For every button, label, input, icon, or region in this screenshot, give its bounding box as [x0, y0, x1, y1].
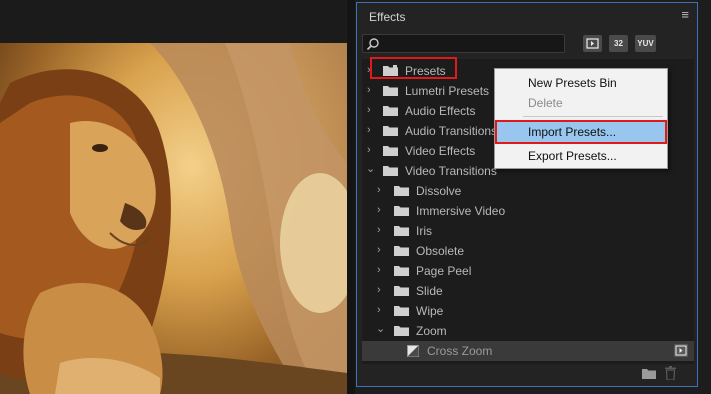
menu-item-delete[interactable]: Delete — [495, 93, 667, 113]
program-monitor — [0, 0, 347, 394]
tree-item-label: Cross Zoom — [427, 344, 493, 358]
search-icon — [366, 38, 379, 51]
tree-item-page-peel[interactable]: › Page Peel — [362, 261, 694, 281]
folder-icon — [394, 286, 409, 296]
folder-icon — [394, 246, 409, 256]
folder-icon — [394, 186, 409, 196]
menu-separator — [523, 116, 663, 117]
video-frame-lion — [0, 43, 347, 394]
tree-item-iris[interactable]: › Iris — [362, 221, 694, 241]
tree-item-immersive-video[interactable]: › Immersive Video — [362, 201, 694, 221]
chevron-right-icon[interactable]: › — [377, 204, 387, 216]
tree-item-label: Iris — [416, 224, 432, 238]
accelerated-effects-icon — [674, 344, 688, 357]
menu-item-label: New Presets Bin — [528, 76, 617, 90]
yuv-effects-icon[interactable]: YUV — [635, 35, 656, 52]
tree-item-label: Video Transitions — [405, 164, 497, 178]
folder-icon — [394, 206, 409, 216]
accelerated-effects-icon[interactable] — [583, 35, 602, 52]
transition-icon — [407, 345, 419, 357]
tree-item-dissolve[interactable]: › Dissolve — [362, 181, 694, 201]
context-menu: New Presets Bin Delete Import Presets...… — [494, 68, 668, 169]
highlight-box-presets — [370, 57, 457, 79]
chevron-down-icon[interactable]: ⌄ — [366, 163, 376, 175]
chevron-right-icon[interactable]: › — [367, 84, 377, 96]
search-row: 32 YUV — [362, 34, 690, 55]
folder-icon — [383, 166, 398, 176]
search-input[interactable] — [383, 36, 561, 51]
tree-item-label: Dissolve — [416, 184, 462, 198]
32-bit-effects-icon[interactable]: 32 — [609, 35, 628, 52]
chevron-right-icon[interactable]: › — [367, 104, 377, 116]
tree-item-label: Obsolete — [416, 244, 465, 258]
chevron-right-icon[interactable]: › — [367, 124, 377, 136]
folder-icon — [394, 266, 409, 276]
tree-item-label: Page Peel — [416, 264, 472, 278]
trash-icon[interactable] — [665, 366, 676, 380]
panel-title[interactable]: Effects — [369, 10, 405, 24]
menu-item-label: Delete — [528, 96, 563, 110]
tree-item-label: Wipe — [416, 304, 444, 318]
panel-header: Effects ≡ — [357, 3, 697, 29]
search-box[interactable] — [362, 34, 565, 53]
chevron-right-icon[interactable]: › — [377, 284, 387, 296]
menu-item-export-presets[interactable]: Export Presets... — [495, 146, 667, 166]
menu-item-new-presets-bin[interactable]: New Presets Bin — [495, 73, 667, 93]
chevron-down-icon[interactable]: ⌄ — [376, 323, 386, 335]
folder-icon — [383, 146, 398, 156]
chevron-right-icon[interactable]: › — [377, 184, 387, 196]
tree-item-wipe[interactable]: › Wipe — [362, 301, 694, 321]
chevron-right-icon[interactable]: › — [377, 304, 387, 316]
tree-item-label: Zoom — [416, 324, 447, 338]
new-bin-icon[interactable] — [642, 368, 656, 379]
tree-item-cross-zoom[interactable]: Cross Zoom — [362, 341, 694, 361]
tree-item-zoom[interactable]: ⌄ Zoom — [362, 321, 694, 341]
tree-item-label: Immersive Video — [416, 204, 506, 218]
highlight-box-import-presets — [495, 120, 667, 144]
tree-item-label: Slide — [416, 284, 443, 298]
tree-item-slide[interactable]: › Slide — [362, 281, 694, 301]
chevron-right-icon[interactable]: › — [377, 264, 387, 276]
folder-icon — [383, 86, 398, 96]
tree-item-label: Audio Effects — [405, 104, 476, 118]
hamburger-icon[interactable]: ≡ — [681, 8, 689, 21]
tree-item-label: Audio Transitions — [405, 124, 498, 138]
folder-icon — [394, 226, 409, 236]
chevron-right-icon[interactable]: › — [377, 244, 387, 256]
folder-icon — [394, 306, 409, 316]
tree-item-obsolete[interactable]: › Obsolete — [362, 241, 694, 261]
folder-icon — [383, 106, 398, 116]
folder-icon — [383, 126, 398, 136]
chevron-right-icon[interactable]: › — [377, 224, 387, 236]
chevron-right-icon[interactable]: › — [367, 144, 377, 156]
menu-item-label: Export Presets... — [528, 149, 617, 163]
tree-item-label: Lumetri Presets — [405, 84, 490, 98]
folder-icon — [394, 326, 409, 336]
tree-item-label: Video Effects — [405, 144, 476, 158]
panel-divider[interactable] — [347, 0, 355, 394]
